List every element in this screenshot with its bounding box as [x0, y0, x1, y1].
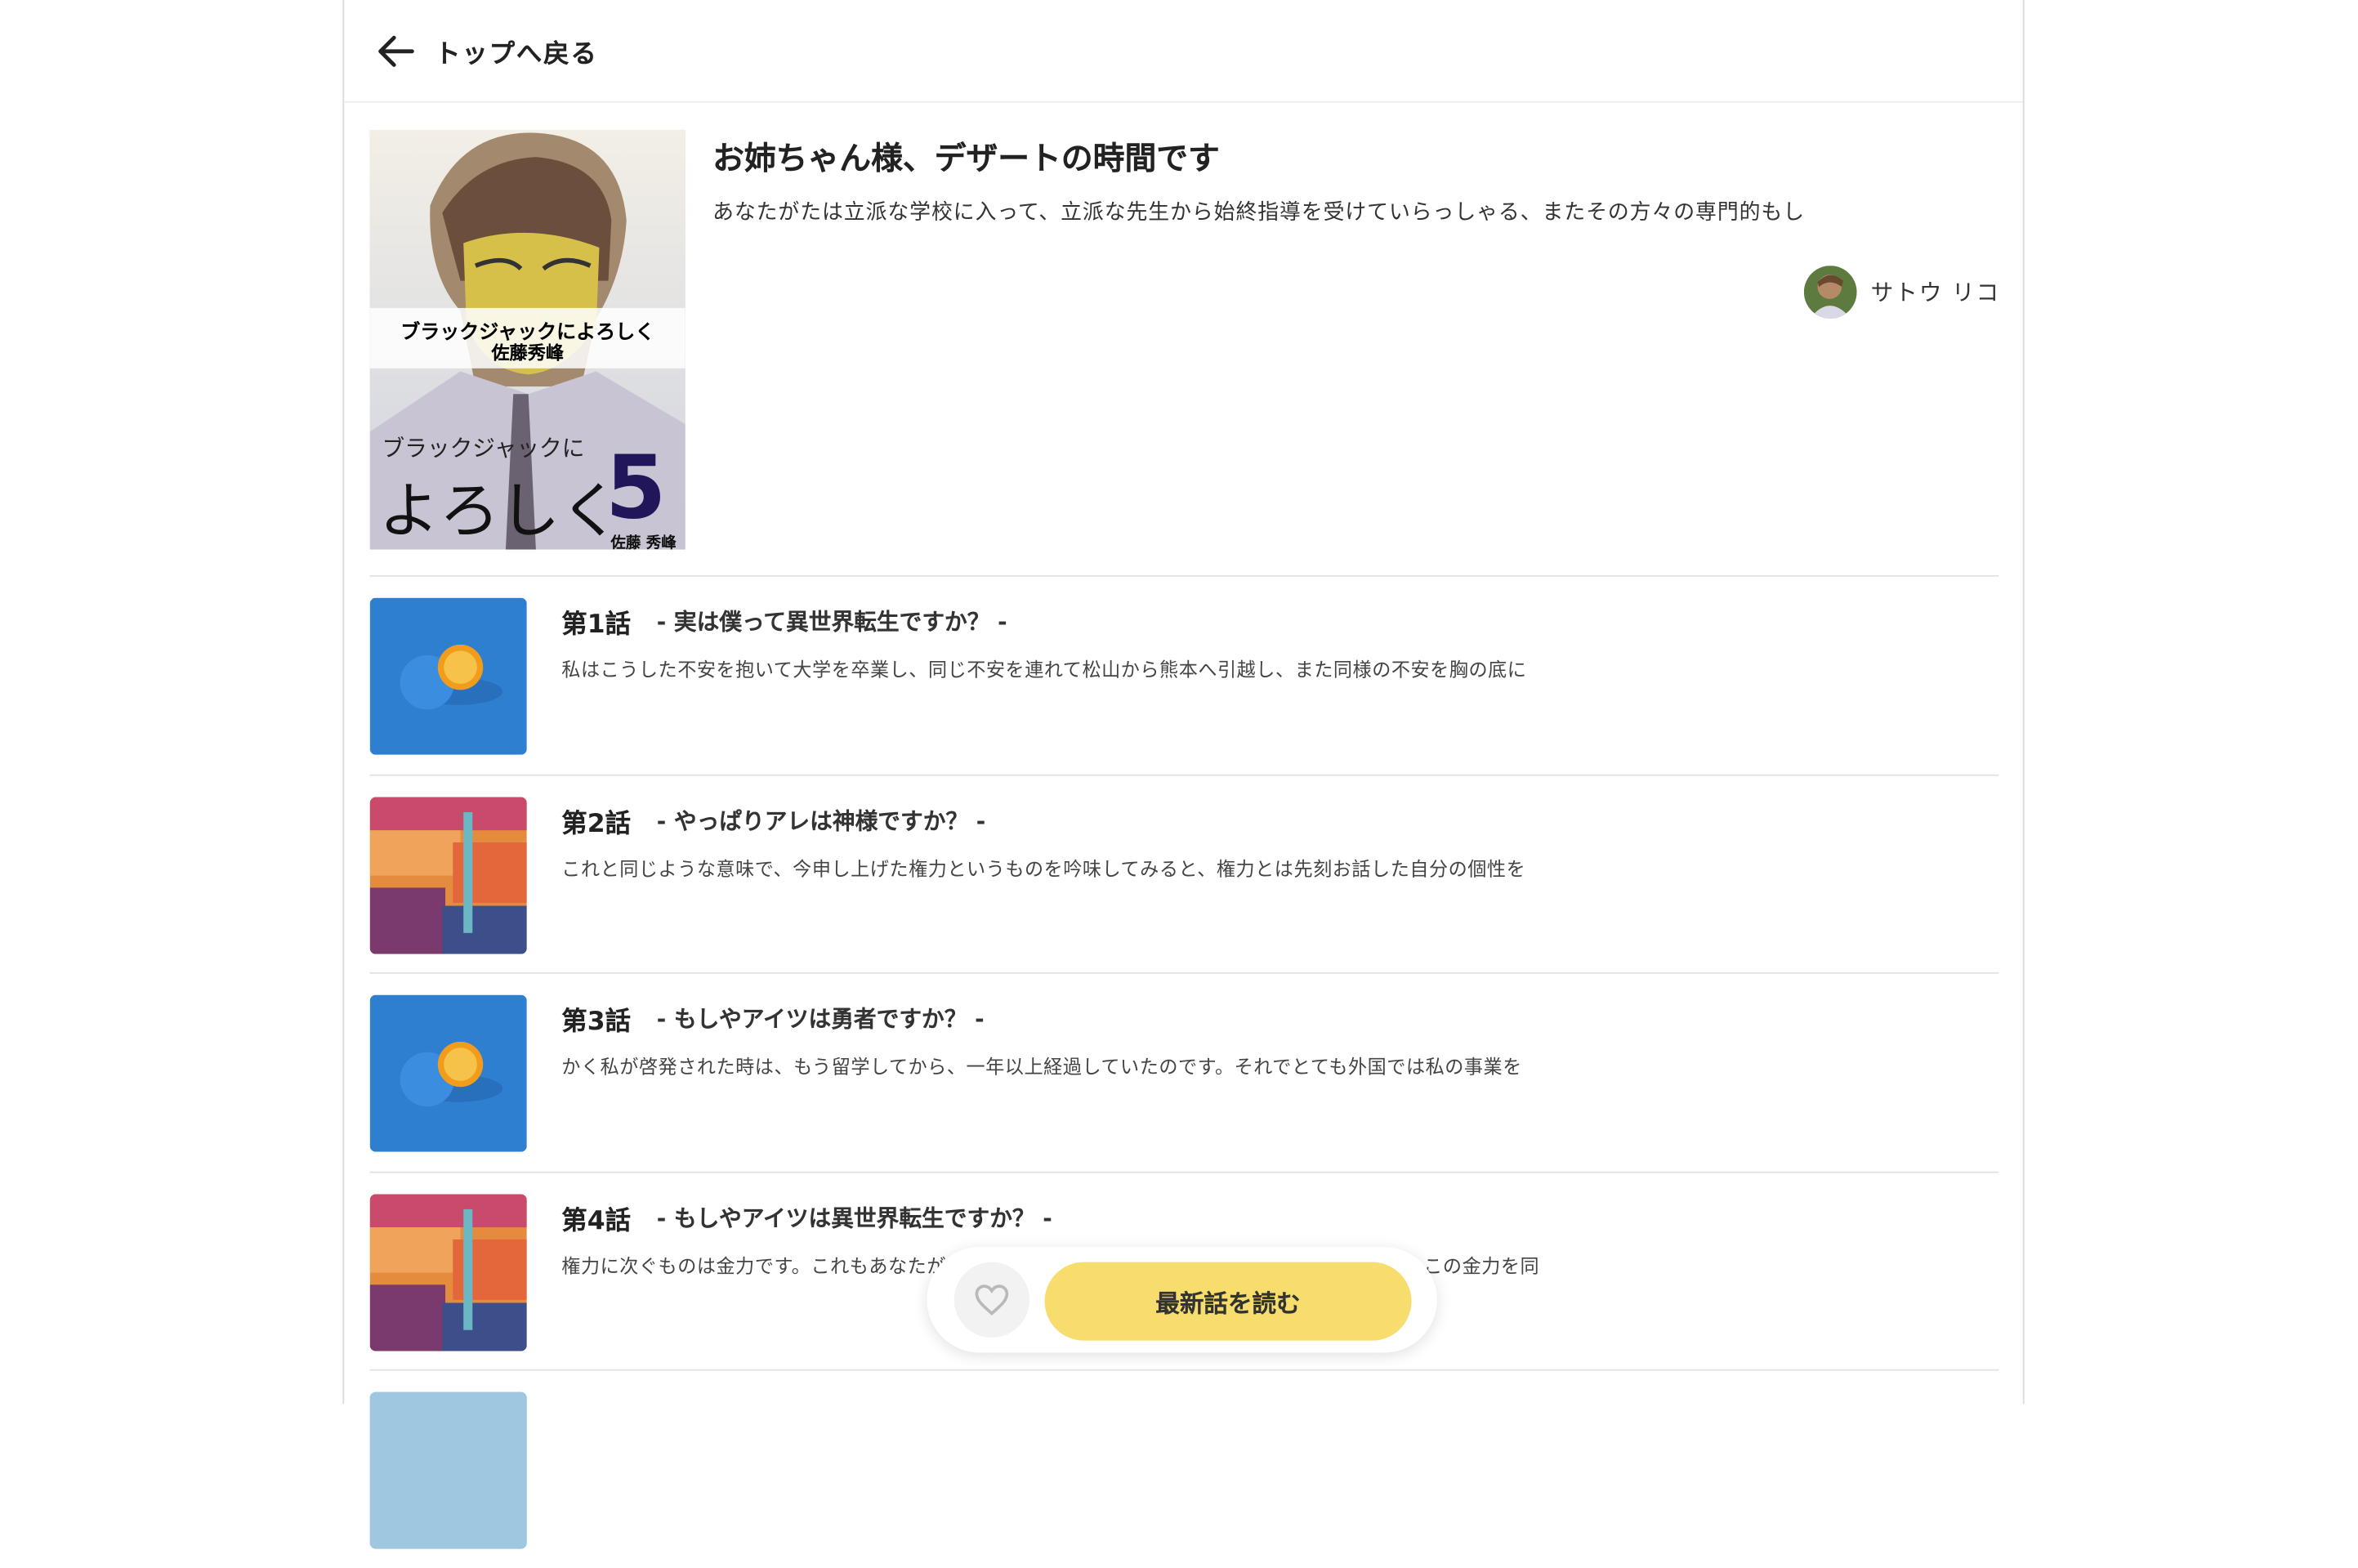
episode-description: 私はこうした不安を抱いて大学を卒業し、同じ不安を連れて松山から熊本へ引越し、また… [561, 658, 1527, 681]
floating-action-bar: 最新話を読む [927, 1247, 1437, 1353]
arrow-left-icon [378, 34, 414, 66]
back-label: トップへ戻る [435, 39, 598, 69]
episode-number: 第4話 [561, 1205, 632, 1236]
cover-title-3: ブラックジャックに [382, 435, 585, 462]
back-to-top-link[interactable]: トップへ戻る [344, 0, 2023, 103]
orange-icon [369, 994, 527, 1152]
episode-subtitle: - 実は僕って異世界転生ですか？ - [656, 608, 1007, 636]
orange-icon [369, 597, 527, 755]
series-header: ブラックジャックによろしく 佐藤秀峰 ブラックジャックに よろしく 5 佐藤 秀… [369, 129, 2000, 552]
painting-icon [369, 796, 527, 954]
cover-title-2: 佐藤秀峰 [491, 342, 565, 364]
series-cover-image[interactable]: ブラックジャックによろしく 佐藤秀峰 ブラックジャックに よろしく 5 佐藤 秀… [369, 129, 686, 550]
episode-description: 権力に次ぐものは金力です。これもあなたが [561, 1253, 947, 1277]
series-title: お姉ちゃん様、デザートの時間です [712, 140, 1220, 177]
author-name: サトウ リコ [1870, 279, 2001, 307]
avatar [1804, 266, 1857, 319]
episode-number: 第3話 [561, 1007, 632, 1038]
episode-row[interactable]: 第3話 - もしやアイツは勇者ですか？ - かく私が啓発された時は、もう留学して… [369, 972, 1999, 1171]
episode-description: これと同じような意味で、今申し上げた権力というものを吟味してみると、権力とは先刻… [561, 856, 1526, 880]
episode-row[interactable] [369, 1369, 1999, 1568]
episode-list: 第1話 - 実は僕って異世界転生ですか？ - 私はこうした不安を抱いて大学を卒業… [369, 574, 1999, 1568]
episode-description: かく私が啓発された時は、もう留学してから、一年以上経過していたのです。それでとて… [561, 1055, 1522, 1079]
cover-volume: 5 [605, 436, 667, 539]
episode-number: 第2話 [561, 808, 632, 839]
page: トップへ戻る ブラックジャックによろしく 佐藤秀峰 ブラックジャックに よろしく… [0, 0, 2358, 1549]
episode-description-tail: この金力を同 [1423, 1253, 1540, 1277]
episode-subtitle: - やっぱりアレは神様ですか？ - [656, 806, 986, 834]
episode-subtitle: - もしやアイツは異世界転生ですか？ - [656, 1204, 1052, 1231]
painting-icon [369, 1193, 527, 1351]
cover-author: 佐藤 秀峰 [610, 535, 677, 550]
read-latest-button[interactable]: 最新話を読む [1044, 1262, 1412, 1341]
cover-title-4: よろしく [378, 476, 621, 547]
episode-row[interactable]: 第2話 - やっぱりアレは神様ですか？ - これと同じような意味で、今申し上げた… [369, 773, 1999, 972]
content-frame: トップへ戻る ブラックジャックによろしく 佐藤秀峰 ブラックジャックに よろしく… [342, 0, 2025, 1549]
favorite-button[interactable] [953, 1262, 1030, 1338]
episode-row[interactable]: 第1話 - 実は僕って異世界転生ですか？ - 私はこうした不安を抱いて大学を卒業… [369, 574, 1999, 774]
thumbnail [369, 1392, 527, 1549]
episode-subtitle: - もしやアイツは勇者ですか？ - [656, 1005, 985, 1033]
episode-number: 第1話 [561, 610, 632, 641]
series-description: あなたがたは立派な学校に入って、立派な先生から始終指導を受けていらっしゃる、また… [712, 200, 1806, 226]
author-link[interactable]: サトウ リコ [1804, 266, 2000, 319]
heart-icon [975, 1284, 1009, 1316]
